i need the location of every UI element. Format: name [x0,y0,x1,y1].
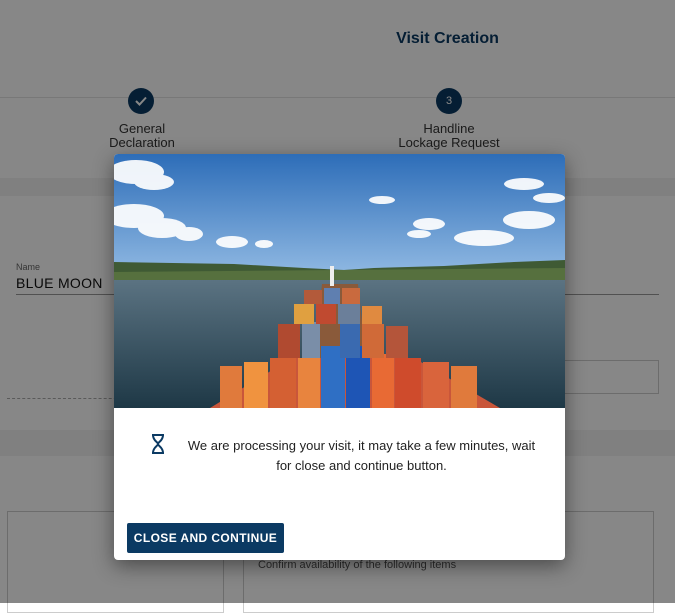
container-ship-photo [114,154,565,408]
close-and-continue-button[interactable]: CLOSE AND CONTINUE [127,523,284,553]
processing-message: We are processing your visit, it may tak… [187,438,536,473]
processing-dialog: We are processing your visit, it may tak… [114,154,565,560]
hourglass-icon [152,434,164,454]
